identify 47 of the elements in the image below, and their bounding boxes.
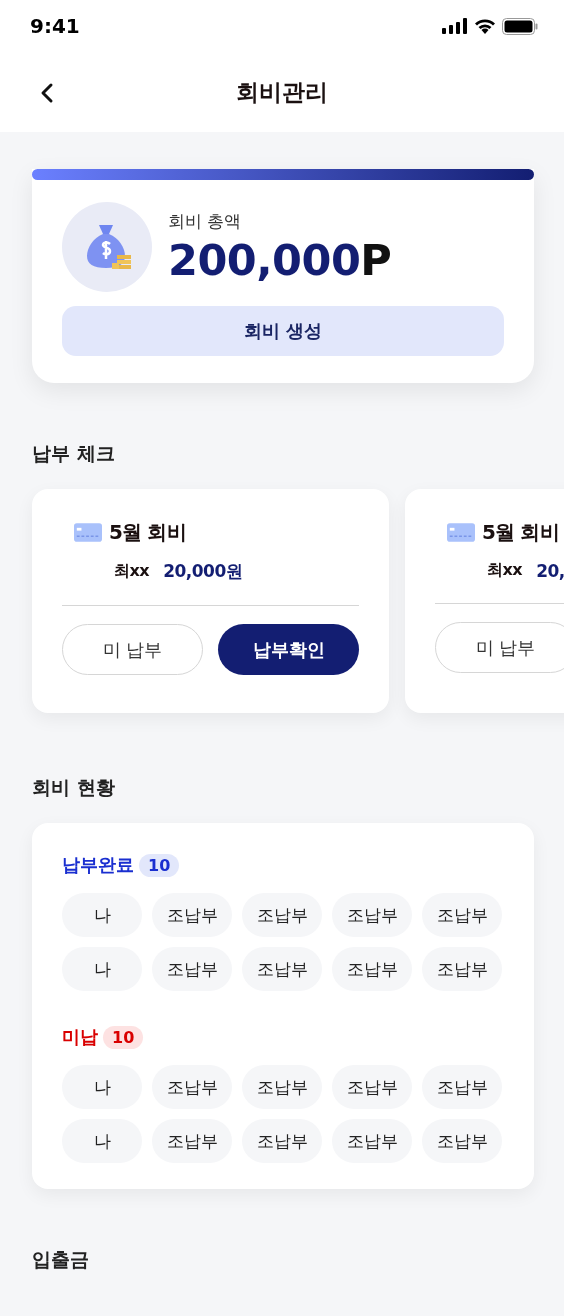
- count-badge: 10: [139, 853, 180, 877]
- member-chip: 나: [62, 1119, 142, 1163]
- member-chip: 조납부: [422, 947, 502, 991]
- group-label: 미납: [62, 1025, 98, 1049]
- total-amount: 200,000P: [168, 234, 392, 285]
- battery-icon: [502, 17, 538, 35]
- section-title: 회비 현황: [32, 775, 116, 800]
- member-chip: 조납부: [152, 1119, 232, 1163]
- page-title: 회비관리: [236, 77, 328, 107]
- count-badge: 10: [103, 1025, 144, 1049]
- unpaid-button[interactable]: 미 납부: [435, 622, 564, 673]
- member-chip: 조납부: [152, 893, 232, 937]
- signal-icon: [442, 18, 468, 34]
- credit-card-icon: [447, 523, 475, 542]
- member-chip: 조납부: [422, 1119, 502, 1163]
- back-icon: [40, 82, 54, 104]
- confirm-payment-button[interactable]: 납부확인: [218, 624, 359, 675]
- member-chip: 조납부: [152, 1065, 232, 1109]
- member-name: 최xx: [114, 561, 150, 582]
- member-chip: 조납부: [152, 947, 232, 991]
- unpaid-button[interactable]: 미 납부: [62, 624, 203, 675]
- credit-card-icon: [74, 523, 102, 542]
- member-chip: 조납부: [242, 893, 322, 937]
- member-chip: 조납부: [332, 1065, 412, 1109]
- member-chip: 조납부: [422, 893, 502, 937]
- member-chip: 나: [62, 947, 142, 991]
- member-chip: 조납부: [242, 1119, 322, 1163]
- member-chip: 조납부: [332, 893, 412, 937]
- fee-amount: 20,: [536, 560, 564, 581]
- group-label: 납부완료: [62, 853, 134, 877]
- fee-amount: 20,000원: [163, 560, 243, 583]
- member-chip: 조납부: [242, 947, 322, 991]
- member-chip: 조납부: [242, 1065, 322, 1109]
- member-chip: 조납부: [332, 947, 412, 991]
- member-chip: 나: [62, 1065, 142, 1109]
- card-title: 5월 회비: [109, 519, 186, 546]
- wifi-icon: [474, 18, 496, 34]
- card-title: 5월 회비: [482, 519, 559, 546]
- member-chip: 조납부: [422, 1065, 502, 1109]
- section-title: 납부 체크: [32, 441, 116, 466]
- status-time: 9:41: [30, 14, 80, 38]
- member-name: 최xx: [487, 560, 523, 581]
- member-chip: 나: [62, 893, 142, 937]
- member-chip: 조납부: [332, 1119, 412, 1163]
- section-title: 입출금: [32, 1247, 90, 1272]
- total-label: 회비 총액: [168, 209, 243, 233]
- create-fee-button[interactable]: 회비 생성: [62, 306, 504, 356]
